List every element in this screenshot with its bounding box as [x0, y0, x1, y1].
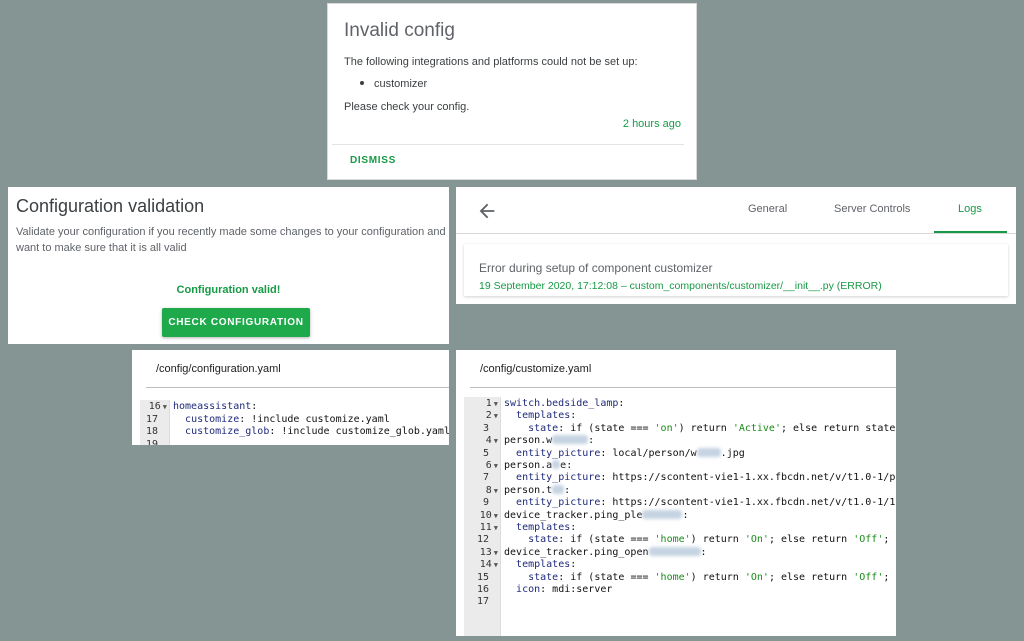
notification-time: 2 hours ago: [622, 118, 681, 130]
line-number: 16 ▼: [148, 401, 167, 412]
code-line: person.a e:: [504, 460, 573, 471]
code-editor[interactable]: 1 ▼ 2 ▼ 3 4 ▼ 5 6 ▼ 7 8 ▼ 9 10 ▼ 11 ▼ 12 13 ▼ 14 ▼ 15 16 17 switc…: [464, 397, 896, 636]
code-area[interactable]: homeassistant: customize: !include custo…: [170, 400, 449, 445]
code-line: state: if (state === 'on') return 'Activ…: [528, 422, 896, 434]
customize-yaml-editor: /config/customize.yaml 1 ▼ 2 ▼ 3 4 ▼ 5 6 ▼ 7 8 ▼ 9 10 ▼…: [456, 350, 896, 636]
log-entry[interactable]: Error during setup of component customiz…: [464, 244, 1008, 296]
fold-arrow-icon[interactable]: ▼: [494, 524, 498, 532]
line-number: 12: [476, 534, 489, 546]
line-number: 1 ▼: [485, 398, 498, 409]
invalid-integration-item: customizer: [360, 78, 427, 90]
validation-title: Configuration validation: [16, 196, 205, 216]
line-number: 18: [145, 426, 158, 438]
tab-server-controls[interactable]: Server Controls: [834, 203, 910, 215]
validation-status: Configuration valid!: [176, 284, 281, 296]
code-line: state: if (state === 'home') return 'On'…: [528, 571, 890, 583]
fold-arrow-icon[interactable]: ▼: [494, 400, 498, 408]
code-line: templates:: [516, 559, 577, 571]
line-number: 11 ▼: [479, 522, 498, 533]
code-area[interactable]: switch.bedside_lamp: templates: state: i…: [501, 397, 896, 636]
line-number: 2 ▼: [485, 410, 498, 422]
line-number: 4 ▼: [485, 435, 498, 447]
invalid-config-title: Invalid config: [344, 20, 455, 41]
line-number: 13 ▼: [479, 546, 498, 558]
code-line: state: if (state === 'home') return 'On'…: [528, 534, 890, 546]
code-line: person.t:: [504, 484, 571, 496]
tab-logs[interactable]: Logs: [958, 203, 982, 215]
fold-arrow-icon[interactable]: ▼: [494, 487, 498, 495]
editor-header: /config/configuration.yaml: [146, 350, 449, 388]
code-line: customize: !include customize.yaml: [185, 413, 390, 425]
line-number: 19: [145, 438, 158, 445]
code-line: customize_glob: !include customize_glob.…: [185, 426, 449, 438]
fold-arrow-icon[interactable]: ▼: [494, 561, 498, 569]
code-line: homeassistant:: [173, 401, 258, 412]
invalid-config-message: The following integrations and platforms…: [344, 56, 638, 68]
code-line: entity_picture: local/person/w .jpg: [516, 447, 745, 459]
fold-arrow-icon[interactable]: ▼: [494, 549, 498, 557]
tab-bar-divider: [456, 233, 1016, 234]
code-line: templates:: [516, 410, 577, 422]
line-number: 15: [476, 571, 489, 583]
code-line: person.w:: [504, 435, 595, 447]
invalid-integration-label: customizer: [374, 78, 428, 90]
log-entry-title: Error during setup of component customiz…: [479, 261, 713, 275]
validation-description: Validate your configuration if you recen…: [16, 226, 446, 254]
bullet-icon: [360, 81, 364, 85]
code-line: device_tracker.ping_open:: [504, 546, 707, 558]
line-number: 6 ▼: [485, 460, 498, 471]
line-number-gutter: 1 ▼ 2 ▼ 3 4 ▼ 5 6 ▼ 7 8 ▼ 9 10 ▼ 11 ▼ 12 13 ▼ 14 ▼ 15 16 17: [464, 397, 501, 636]
fold-arrow-icon[interactable]: ▼: [494, 462, 498, 470]
tab-general[interactable]: General: [748, 203, 787, 215]
line-number: 16: [476, 584, 489, 595]
code-editor[interactable]: 16 ▼ 17 18 19 homeassistant: customize: !inc…: [140, 400, 449, 445]
line-number: 9: [482, 497, 489, 509]
code-line: device_tracker.ping_ple:: [504, 509, 689, 521]
fold-arrow-icon[interactable]: ▼: [494, 437, 498, 445]
dismiss-button[interactable]: DISMISS: [350, 155, 396, 166]
invalid-config-card: Invalid config The following integration…: [327, 3, 697, 180]
configuration-yaml-editor: /config/configuration.yaml 16 ▼ 17 18 19 hom…: [132, 350, 449, 445]
fold-arrow-icon[interactable]: ▼: [494, 512, 498, 520]
code-line: entity_picture: https://scontent-vie1-1.…: [516, 472, 896, 484]
code-line: entity_picture: https://scontent-vie1-1.…: [516, 497, 896, 509]
editor-file-path: /config/customize.yaml: [480, 363, 592, 375]
check-configuration-button[interactable]: CHECK CONFIGURATION: [162, 308, 310, 337]
divider: [332, 144, 684, 145]
line-number: 14 ▼: [479, 559, 498, 571]
line-number: 17: [145, 413, 158, 425]
arrow-left-icon[interactable]: [476, 200, 498, 222]
fold-arrow-icon[interactable]: ▼: [494, 412, 498, 420]
editor-file-path: /config/configuration.yaml: [156, 363, 281, 375]
fold-arrow-icon[interactable]: ▼: [163, 403, 167, 411]
log-entry-meta: 19 September 2020, 17:12:08 – custom_com…: [479, 280, 882, 292]
line-number: 7: [482, 472, 489, 484]
logs-panel: General Server Controls Logs Error durin…: [456, 187, 1016, 304]
line-number: 10 ▼: [479, 509, 498, 521]
code-line: templates:: [516, 522, 577, 533]
code-line: icon: mdi:server: [516, 584, 613, 595]
line-number: 3: [482, 422, 489, 434]
line-number-gutter: 16 ▼ 17 18 19: [140, 400, 170, 445]
code-line: switch.bedside_lamp:: [504, 398, 625, 409]
line-number: 5: [482, 447, 489, 459]
line-number: 8 ▼: [485, 484, 498, 496]
invalid-config-footer: Please check your config.: [344, 101, 470, 113]
line-number: 17: [476, 596, 489, 608]
configuration-validation-card: Configuration validation Validate your c…: [8, 187, 449, 344]
editor-header: /config/customize.yaml: [470, 350, 896, 388]
